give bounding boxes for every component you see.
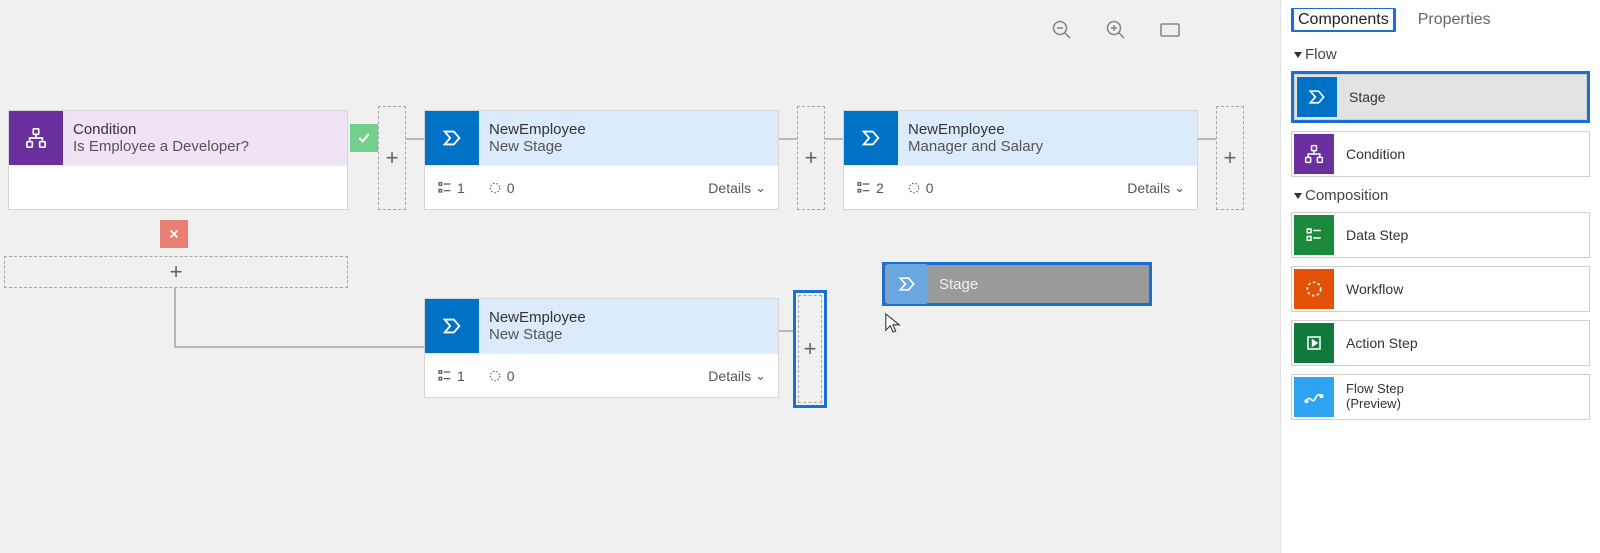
drag-ghost-label: Stage <box>939 276 978 293</box>
stage-a-details-toggle[interactable]: Details ⌄ <box>708 180 766 196</box>
drop-zone-after-b[interactable]: + <box>1216 106 1244 210</box>
palette-item-label: Action Step <box>1346 335 1418 351</box>
stage-b-workflows: 0 <box>906 180 934 196</box>
palette-item-data-step[interactable]: Data Step <box>1291 212 1590 258</box>
chevron-down-icon: ⌄ <box>755 368 766 384</box>
stage-icon <box>1297 77 1337 117</box>
side-panel: Components Properties Flow Stage Conditi… <box>1280 0 1600 553</box>
stage-b-steps: 2 <box>856 180 884 196</box>
zoom-out-icon[interactable] <box>1050 18 1074 42</box>
stage-icon <box>887 264 927 304</box>
stage-a-steps: 1 <box>437 180 465 196</box>
stage-node-a[interactable]: NewEmployee New Stage 1 0 Details ⌄ <box>424 110 779 210</box>
stage-icon <box>425 111 479 165</box>
stage-node-b[interactable]: NewEmployee Manager and Salary 2 0 Detai… <box>843 110 1198 210</box>
palette-item-label: Flow Step (Preview) <box>1346 382 1404 412</box>
palette-item-label: Workflow <box>1346 281 1403 297</box>
palette-item-label: Data Step <box>1346 227 1408 243</box>
drop-zone-condition-false[interactable]: + <box>4 256 348 288</box>
palette-item-condition[interactable]: Condition <box>1291 131 1590 177</box>
condition-false-badge <box>160 220 188 248</box>
condition-icon <box>9 111 63 165</box>
drag-ghost-stage: Stage <box>882 262 1152 306</box>
cursor-icon <box>884 312 902 334</box>
plus-icon: + <box>386 145 399 171</box>
palette-item-action-step[interactable]: Action Step <box>1291 320 1590 366</box>
condition-true-badge <box>350 124 378 152</box>
section-flow[interactable]: Flow <box>1295 46 1590 63</box>
stage-c-entity: NewEmployee <box>489 309 768 326</box>
stage-node-c[interactable]: NewEmployee New Stage 1 0 Details ⌄ <box>424 298 779 398</box>
drop-zone-after-c-active[interactable]: + <box>798 295 822 403</box>
action-step-icon <box>1294 323 1334 363</box>
condition-node[interactable]: Condition Is Employee a Developer? <box>8 110 348 210</box>
condition-icon <box>1294 134 1334 174</box>
condition-subtitle: Is Employee a Developer? <box>73 138 337 155</box>
fit-screen-icon[interactable] <box>1158 18 1182 42</box>
palette-item-stage[interactable]: Stage <box>1294 74 1587 120</box>
stage-a-name: New Stage <box>489 138 768 155</box>
stage-a-workflows: 0 <box>487 180 515 196</box>
stage-c-workflows: 0 <box>487 368 515 384</box>
stage-b-name: Manager and Salary <box>908 138 1187 155</box>
palette-item-flow-step[interactable]: Flow Step (Preview) <box>1291 374 1590 420</box>
canvas-toolbar <box>1050 18 1182 42</box>
stage-b-entity: NewEmployee <box>908 121 1187 138</box>
plus-icon: + <box>1224 145 1237 171</box>
drop-zone-between-ab[interactable]: + <box>797 106 825 210</box>
stage-icon <box>844 111 898 165</box>
plus-icon: + <box>804 336 817 362</box>
stage-icon <box>425 299 479 353</box>
data-step-icon <box>1294 215 1334 255</box>
palette-item-workflow[interactable]: Workflow <box>1291 266 1590 312</box>
stage-c-name: New Stage <box>489 326 768 343</box>
zoom-in-icon[interactable] <box>1104 18 1128 42</box>
stage-a-entity: NewEmployee <box>489 121 768 138</box>
palette-item-label: Condition <box>1346 146 1405 162</box>
palette-item-label: Stage <box>1349 89 1386 105</box>
section-composition[interactable]: Composition <box>1295 187 1590 204</box>
tab-properties[interactable]: Properties <box>1414 9 1495 31</box>
stage-c-steps: 1 <box>437 368 465 384</box>
chevron-down-icon: ⌄ <box>755 180 766 196</box>
workflow-icon <box>1294 269 1334 309</box>
flow-step-icon <box>1294 377 1334 417</box>
chevron-down-icon: ⌄ <box>1174 180 1185 196</box>
condition-title: Condition <box>73 121 337 138</box>
stage-c-details-toggle[interactable]: Details ⌄ <box>708 368 766 384</box>
drop-zone-after-condition-true[interactable]: + <box>378 106 406 210</box>
plus-icon: + <box>170 259 183 285</box>
stage-b-details-toggle[interactable]: Details ⌄ <box>1127 180 1185 196</box>
plus-icon: + <box>805 145 818 171</box>
tab-components[interactable]: Components <box>1294 9 1393 30</box>
